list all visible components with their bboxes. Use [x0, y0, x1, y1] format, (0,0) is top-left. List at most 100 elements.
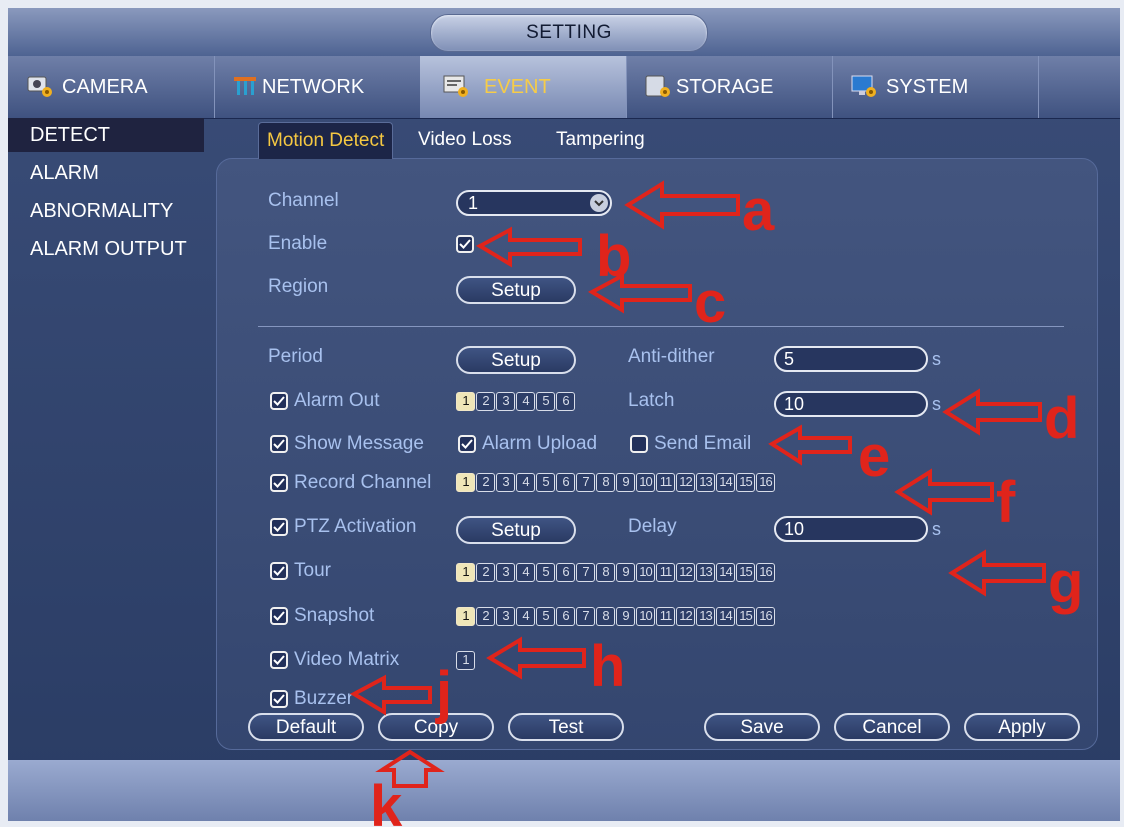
channel-box-10[interactable]: 10	[636, 607, 655, 626]
channel-select[interactable]: 1	[456, 190, 612, 216]
channel-box-2[interactable]: 2	[476, 563, 495, 582]
default-button[interactable]: Default	[248, 713, 364, 741]
cancel-button[interactable]: Cancel	[834, 713, 950, 741]
channel-box-16[interactable]: 16	[756, 473, 775, 492]
channel-box-15[interactable]: 15	[736, 607, 755, 626]
ptz-setup-button[interactable]: Setup	[456, 516, 576, 544]
snapshot-checkbox[interactable]	[270, 607, 288, 625]
channel-box-9[interactable]: 9	[616, 607, 635, 626]
channel-box-9[interactable]: 9	[616, 473, 635, 492]
channel-box-1[interactable]: 1	[456, 607, 475, 626]
channel-box-5[interactable]: 5	[536, 473, 555, 492]
channel-box-5[interactable]: 5	[536, 607, 555, 626]
alarm-upload-checkbox[interactable]	[458, 435, 476, 453]
channel-box-8[interactable]: 8	[596, 563, 615, 582]
channel-box-9[interactable]: 9	[616, 563, 635, 582]
channel-box-6[interactable]: 6	[556, 607, 575, 626]
region-setup-button[interactable]: Setup	[456, 276, 576, 304]
channel-box-4[interactable]: 4	[516, 473, 535, 492]
sidebar-item-detect[interactable]: DETECT	[8, 118, 204, 152]
channel-box-15[interactable]: 15	[736, 563, 755, 582]
enable-label: Enable	[268, 233, 328, 254]
channel-box-10[interactable]: 10	[636, 473, 655, 492]
chevron-down-icon[interactable]	[590, 194, 608, 212]
title-pill: SETTING	[430, 14, 708, 52]
channel-box-7[interactable]: 7	[576, 473, 595, 492]
tab-storage[interactable]: STORAGE	[626, 56, 833, 118]
check-icon	[273, 566, 285, 576]
channel-box-14[interactable]: 14	[716, 607, 735, 626]
test-button[interactable]: Test	[508, 713, 624, 741]
period-setup-button[interactable]: Setup	[456, 346, 576, 374]
channel-box-4[interactable]: 4	[516, 563, 535, 582]
channel-box-10[interactable]: 10	[636, 563, 655, 582]
channel-box-1[interactable]: 1	[456, 392, 475, 411]
channel-box-13[interactable]: 13	[696, 607, 715, 626]
channel-box-7[interactable]: 7	[576, 563, 595, 582]
channel-box-1[interactable]: 1	[456, 651, 475, 670]
channel-box-12[interactable]: 12	[676, 473, 695, 492]
channel-box-14[interactable]: 14	[716, 563, 735, 582]
save-button[interactable]: Save	[704, 713, 820, 741]
delay-input[interactable]: 10	[774, 516, 928, 542]
tour-checkbox[interactable]	[270, 562, 288, 580]
show-message-checkbox[interactable]	[270, 435, 288, 453]
sidebar-item-alarm[interactable]: ALARM	[8, 156, 204, 190]
video-matrix-checkbox[interactable]	[270, 651, 288, 669]
channel-box-7[interactable]: 7	[576, 607, 595, 626]
tab-event[interactable]: EVENT	[420, 56, 627, 118]
check-icon	[273, 396, 285, 406]
buzzer-checkbox[interactable]	[270, 690, 288, 708]
channel-box-2[interactable]: 2	[476, 392, 495, 411]
channel-box-11[interactable]: 11	[656, 563, 675, 582]
tab-network[interactable]: NETWORK	[214, 56, 421, 118]
alarm-out-checkbox[interactable]	[270, 392, 288, 410]
tab-video-loss[interactable]: Video Loss	[418, 122, 512, 158]
apply-button[interactable]: Apply	[964, 713, 1080, 741]
channel-box-2[interactable]: 2	[476, 473, 495, 492]
record-channel-channels: 1 2 3 4 5 6 7 8 9 10 11 12 13 14 15 16	[456, 473, 775, 493]
anti-dither-input[interactable]: 5	[774, 346, 928, 372]
channel-box-5[interactable]: 5	[536, 563, 555, 582]
tab-camera[interactable]: CAMERA	[8, 56, 215, 118]
latch-input[interactable]: 10	[774, 391, 928, 417]
tab-tampering[interactable]: Tampering	[556, 122, 645, 158]
channel-box-16[interactable]: 16	[756, 563, 775, 582]
channel-box-6[interactable]: 6	[556, 473, 575, 492]
channel-box-3[interactable]: 3	[496, 473, 515, 492]
channel-box-1[interactable]: 1	[456, 563, 475, 582]
record-channel-checkbox[interactable]	[270, 474, 288, 492]
channel-box-2[interactable]: 2	[476, 607, 495, 626]
channel-box-3[interactable]: 3	[496, 563, 515, 582]
sidebar-item-abnormality[interactable]: ABNORMALITY	[8, 194, 204, 228]
sidebar-item-alarm-output[interactable]: ALARM OUTPUT	[8, 232, 204, 266]
channel-box-4[interactable]: 4	[516, 607, 535, 626]
channel-box-5[interactable]: 5	[536, 392, 555, 411]
channel-box-8[interactable]: 8	[596, 607, 615, 626]
snapshot-channels: 1 2 3 4 5 6 7 8 9 10 11 12 13 14 15 16	[456, 607, 775, 627]
channel-box-6[interactable]: 6	[556, 563, 575, 582]
channel-box-1[interactable]: 1	[456, 473, 475, 492]
enable-checkbox[interactable]	[456, 235, 474, 253]
channel-box-14[interactable]: 14	[716, 473, 735, 492]
channel-box-3[interactable]: 3	[496, 392, 515, 411]
send-email-checkbox[interactable]	[630, 435, 648, 453]
channel-box-6[interactable]: 6	[556, 392, 575, 411]
channel-box-4[interactable]: 4	[516, 392, 535, 411]
channel-box-16[interactable]: 16	[756, 607, 775, 626]
channel-box-11[interactable]: 11	[656, 607, 675, 626]
ptz-activation-checkbox[interactable]	[270, 518, 288, 536]
channel-box-15[interactable]: 15	[736, 473, 755, 492]
channel-box-8[interactable]: 8	[596, 473, 615, 492]
channel-box-12[interactable]: 12	[676, 563, 695, 582]
copy-button[interactable]: Copy	[378, 713, 494, 741]
tab-system[interactable]: SYSTEM	[832, 56, 1039, 118]
channel-box-3[interactable]: 3	[496, 607, 515, 626]
video-matrix-channels: 1	[456, 651, 475, 671]
channel-box-13[interactable]: 13	[696, 473, 715, 492]
check-icon	[459, 239, 471, 249]
tab-motion-detect[interactable]: Motion Detect	[258, 122, 394, 159]
channel-box-12[interactable]: 12	[676, 607, 695, 626]
channel-box-13[interactable]: 13	[696, 563, 715, 582]
channel-box-11[interactable]: 11	[656, 473, 675, 492]
